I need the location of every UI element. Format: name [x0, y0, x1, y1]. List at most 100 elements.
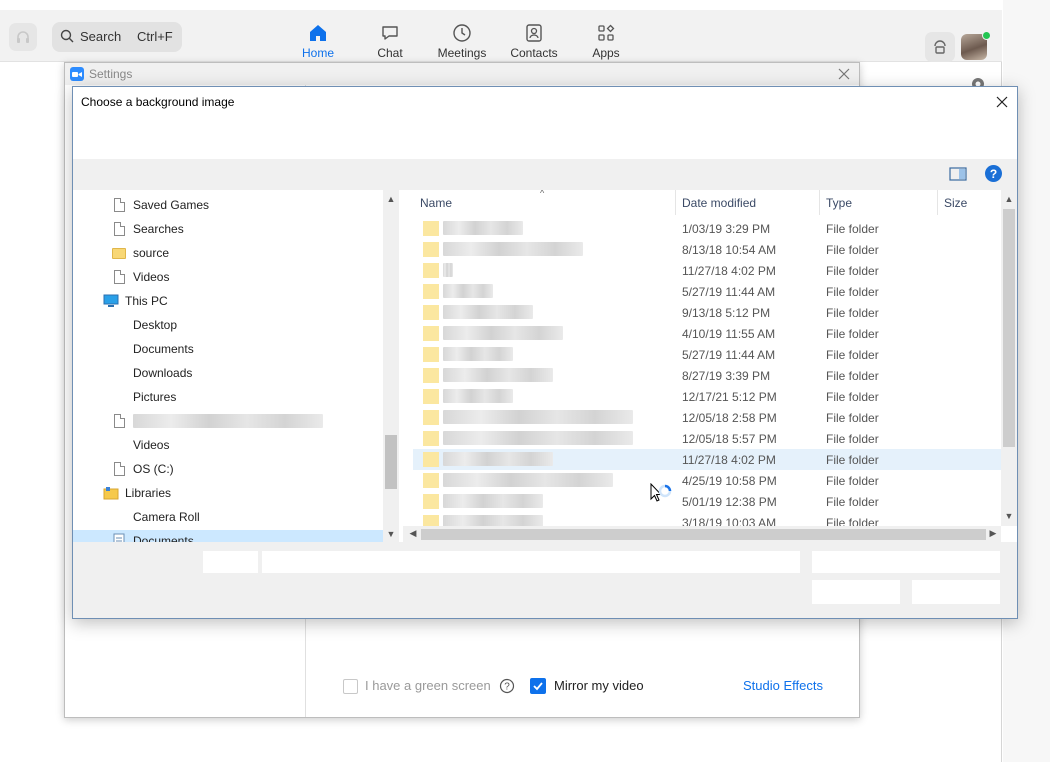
help-button[interactable]: ? — [985, 165, 1002, 182]
dialog-title: Choose a background image — [81, 95, 235, 109]
file-row[interactable]: 4/10/19 11:55 AM File folder — [413, 323, 1001, 344]
tree-item[interactable] — [111, 410, 323, 432]
choose-background-dialog: Choose a background image ? Saved Games S… — [72, 86, 1018, 619]
green-screen-label: I have a green screen — [365, 678, 491, 693]
dialog-toolbar — [73, 159, 1017, 190]
file-row[interactable]: 8/13/18 10:54 AM File folder — [413, 239, 1001, 260]
file-row[interactable]: 8/27/19 3:39 PM File folder — [413, 365, 1001, 386]
close-icon[interactable] — [835, 65, 853, 83]
redacted-file-name — [443, 326, 563, 340]
tree-item[interactable]: OS (C:) — [111, 458, 174, 480]
redacted-file-name — [443, 305, 533, 319]
redacted-item-name — [133, 414, 323, 428]
folder-icon — [423, 305, 439, 320]
nav-chat[interactable]: Chat — [355, 22, 425, 60]
redacted-file-name — [443, 368, 553, 382]
settings-titlebar: Settings — [65, 63, 859, 85]
nav-meetings[interactable]: Meetings — [427, 22, 497, 60]
avatar[interactable] — [961, 31, 991, 60]
studio-effects-link[interactable]: Studio Effects — [743, 678, 823, 693]
help-icon[interactable]: ? — [499, 678, 515, 694]
filename-input[interactable] — [262, 551, 800, 573]
tree-item[interactable]: Downloads — [133, 362, 192, 384]
nav-apps[interactable]: Apps — [571, 22, 641, 60]
tree-item[interactable]: Libraries — [103, 482, 171, 504]
file-list-horizontal-thumb[interactable] — [421, 529, 986, 540]
file-date-modified: 5/27/19 11:44 AM — [682, 285, 776, 299]
search-box[interactable]: Search Ctrl+F — [52, 22, 182, 52]
file-row[interactable]: 4/25/19 10:58 PM File folder — [413, 470, 1001, 491]
tree-item[interactable]: source — [111, 242, 169, 264]
file-row[interactable]: 5/27/19 11:44 AM File folder — [413, 344, 1001, 365]
nav-chat-label: Chat — [377, 46, 403, 60]
navigation-scrollbar[interactable] — [383, 190, 399, 542]
tree-item[interactable]: Desktop — [133, 314, 177, 336]
folder-icon — [423, 431, 439, 446]
hub-button[interactable] — [925, 32, 955, 62]
file-row[interactable]: 11/27/18 4:02 PM File folder — [413, 260, 1001, 281]
file-type: File folder — [826, 264, 879, 278]
file-type: File folder — [826, 453, 879, 467]
document-icon — [111, 413, 127, 429]
tree-item[interactable]: Documents — [73, 530, 383, 542]
scroll-up-arrow[interactable]: ▲ — [1001, 194, 1017, 204]
cancel-button[interactable] — [912, 580, 1000, 604]
scroll-right-arrow[interactable]: ▶ — [985, 528, 1001, 539]
folder-icon — [111, 245, 127, 261]
tree-item[interactable]: Documents — [133, 338, 194, 360]
tree-item-label: Videos — [133, 270, 170, 284]
redacted-file-name — [443, 221, 523, 235]
column-date-modified[interactable]: Date modified — [676, 190, 820, 215]
scroll-down-arrow[interactable]: ▼ — [383, 529, 399, 539]
tree-item[interactable]: This PC — [103, 290, 168, 312]
tree-item-label: source — [133, 246, 170, 260]
library-documents-icon — [111, 533, 127, 542]
column-type[interactable]: Type — [820, 190, 938, 215]
column-type-label: Type — [826, 195, 853, 210]
file-row[interactable]: 3/18/19 10:03 AM File folder — [413, 512, 1001, 526]
navigation-scroll-thumb[interactable] — [385, 435, 397, 489]
file-row[interactable]: 5/01/19 12:38 PM File folder — [413, 491, 1001, 512]
navigation-pane: Saved Games Searches source Videos This PC De… — [73, 190, 399, 542]
file-row[interactable]: 12/05/18 2:58 PM File folder — [413, 407, 1001, 428]
redacted-file-name — [443, 452, 553, 466]
open-button[interactable] — [812, 580, 900, 604]
search-shortcut: Ctrl+F — [137, 29, 173, 44]
file-type: File folder — [826, 327, 879, 341]
green-screen-checkbox[interactable] — [343, 679, 358, 694]
file-row[interactable]: 1/03/19 3:29 PM File folder — [413, 218, 1001, 239]
document-icon — [111, 197, 127, 213]
file-row[interactable]: 5/27/19 11:44 AM File folder — [413, 281, 1001, 302]
scroll-down-arrow[interactable]: ▼ — [1001, 511, 1017, 521]
tree-item[interactable]: Videos — [133, 434, 169, 456]
file-type-select[interactable] — [812, 551, 1000, 573]
file-row[interactable]: 12/05/18 5:57 PM File folder — [413, 428, 1001, 449]
file-list-vertical-thumb[interactable] — [1003, 209, 1015, 447]
document-icon — [111, 461, 127, 477]
file-row[interactable]: 9/13/18 5:12 PM File folder — [413, 302, 1001, 323]
nav-home[interactable]: Home — [283, 22, 353, 60]
column-name[interactable]: Name — [414, 190, 676, 215]
zoom-logo-icon — [70, 67, 84, 81]
mirror-video-checkbox[interactable] — [530, 678, 546, 694]
tree-item[interactable]: Saved Games — [111, 194, 209, 216]
redacted-file-name — [443, 242, 583, 256]
preview-pane-icon[interactable] — [949, 167, 967, 181]
tree-item-label: Documents — [133, 534, 194, 542]
column-size[interactable]: Size — [938, 190, 1002, 215]
tree-item[interactable]: Searches — [111, 218, 184, 240]
redacted-file-name — [443, 347, 513, 361]
scroll-left-arrow[interactable]: ◀ — [405, 528, 421, 539]
tree-item[interactable]: Pictures — [133, 386, 176, 408]
tree-item[interactable]: Videos — [111, 266, 169, 288]
nav-contacts[interactable]: Contacts — [499, 22, 569, 60]
scroll-up-arrow[interactable]: ▲ — [383, 194, 399, 204]
folder-icon — [423, 494, 439, 509]
back-button[interactable] — [9, 23, 37, 51]
tree-item[interactable]: Camera Roll — [133, 506, 200, 528]
file-row[interactable]: 12/17/21 5:12 PM File folder — [413, 386, 1001, 407]
close-icon[interactable] — [993, 93, 1011, 111]
file-type: File folder — [826, 432, 879, 446]
file-type: File folder — [826, 348, 879, 362]
file-row[interactable]: 11/27/18 4:02 PM File folder — [413, 449, 1001, 470]
